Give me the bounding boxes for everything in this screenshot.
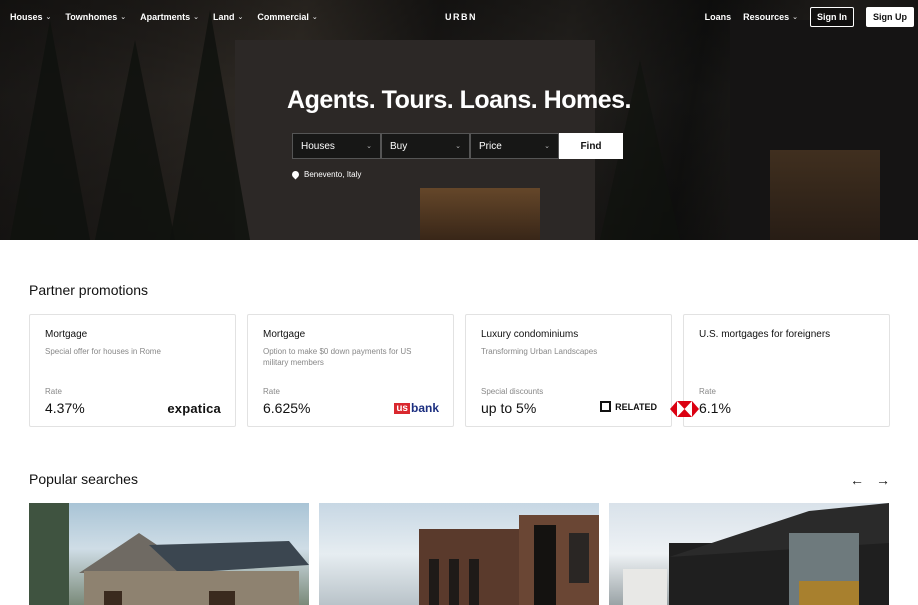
card-value: 4.37% bbox=[45, 400, 85, 416]
nav-land[interactable]: Land ⌄ bbox=[213, 12, 243, 22]
nav-label: Commercial bbox=[257, 12, 309, 22]
window-light bbox=[770, 150, 880, 240]
hsbc-logo bbox=[670, 401, 699, 417]
nav-left: Houses ⌄ Townhomes ⌄ Apartments ⌄ Land ⌄ Com… bbox=[10, 0, 318, 34]
hero-banner: Houses ⌄ Townhomes ⌄ Apartments ⌄ Land ⌄ Com… bbox=[0, 0, 918, 240]
sign-up-button[interactable]: Sign Up bbox=[866, 7, 914, 27]
modern-house-image bbox=[623, 503, 889, 605]
nav-houses[interactable]: Houses ⌄ bbox=[10, 12, 51, 22]
nav-townhomes[interactable]: Townhomes ⌄ bbox=[65, 12, 126, 22]
usbank-logo-prefix: us bbox=[394, 402, 410, 414]
location-pin-icon bbox=[290, 169, 301, 180]
card-label: Rate bbox=[263, 387, 280, 396]
nav-resources[interactable]: Resources ⌄ bbox=[743, 12, 798, 22]
chevron-down-icon: ⌄ bbox=[45, 14, 52, 21]
location-text: Benevento, Italy bbox=[304, 170, 362, 179]
nav-right: Loans Resources ⌄ Sign In Sign Up bbox=[705, 0, 914, 34]
select-value: Houses bbox=[301, 140, 335, 152]
top-nav: Houses ⌄ Townhomes ⌄ Apartments ⌄ Land ⌄ Com… bbox=[0, 0, 918, 34]
hero-headline: Agents. Tours. Loans. Homes. bbox=[287, 86, 631, 114]
card-title: Mortgage bbox=[263, 329, 306, 340]
nav-commercial[interactable]: Commercial ⌄ bbox=[257, 12, 317, 22]
popular-search-card[interactable] bbox=[609, 503, 889, 605]
promo-card[interactable]: Mortgage Option to make $0 down payments… bbox=[247, 314, 454, 427]
popular-search-card[interactable] bbox=[29, 503, 309, 605]
nav-label: Houses bbox=[10, 12, 43, 22]
tree bbox=[95, 40, 175, 240]
chevron-down-icon: ⌄ bbox=[455, 143, 461, 150]
chevron-down-icon: ⌄ bbox=[193, 14, 199, 21]
related-logo-text: RELATED bbox=[615, 401, 657, 412]
search-bar: Houses ⌄ Buy ⌄ Price ⌄ Find bbox=[292, 133, 623, 159]
site-logo[interactable]: URBN bbox=[445, 12, 477, 22]
popular-search-card[interactable] bbox=[319, 503, 599, 605]
nav-label: Land bbox=[213, 12, 235, 22]
price-select[interactable]: Price ⌄ bbox=[470, 133, 559, 159]
arrow-left-icon[interactable]: ← bbox=[850, 472, 864, 488]
promotions-title: Partner promotions bbox=[29, 282, 149, 298]
find-button[interactable]: Find bbox=[559, 133, 623, 159]
expatica-logo: expatica bbox=[167, 401, 221, 416]
nav-label: Apartments bbox=[140, 12, 191, 22]
sign-in-button[interactable]: Sign In bbox=[810, 7, 854, 27]
card-description: Option to make $0 down payments for US m… bbox=[263, 347, 412, 367]
chevron-down-icon: ⌄ bbox=[237, 14, 244, 21]
card-description: Transforming Urban Landscapes bbox=[481, 347, 598, 356]
usbank-logo-text: bank bbox=[410, 401, 439, 415]
promo-card[interactable]: U.S. mortgages for foreigners Rate 6.1% bbox=[670, 314, 890, 427]
arrow-right-icon[interactable]: → bbox=[876, 472, 890, 488]
townhouse-image bbox=[419, 515, 599, 605]
chevron-down-icon: ⌄ bbox=[792, 14, 798, 21]
promotions-list: Mortgage Special offer for houses in Rom… bbox=[29, 314, 890, 427]
card-value: 6.625% bbox=[263, 400, 311, 416]
card-value: 6.1% bbox=[699, 400, 731, 416]
chevron-down-icon: ⌄ bbox=[544, 143, 550, 150]
card-label: Rate bbox=[699, 387, 716, 396]
card-description: Special offer for houses in Rome bbox=[45, 347, 161, 356]
nav-loans[interactable]: Loans bbox=[705, 12, 732, 22]
related-square-icon bbox=[600, 401, 612, 412]
chevron-down-icon: ⌄ bbox=[366, 143, 372, 150]
promo-card[interactable]: Luxury condominiums Transforming Urban L… bbox=[465, 314, 672, 427]
nav-apartments[interactable]: Apartments ⌄ bbox=[140, 12, 199, 22]
window-light bbox=[420, 188, 540, 240]
listing-mode-select[interactable]: Buy ⌄ bbox=[381, 133, 470, 159]
card-title: U.S. mortgages for foreigners bbox=[699, 329, 831, 340]
tree bbox=[10, 20, 90, 240]
select-value: Price bbox=[479, 140, 502, 152]
select-value: Buy bbox=[390, 140, 408, 152]
popular-searches-carousel bbox=[29, 503, 889, 605]
location-indicator[interactable]: Benevento, Italy bbox=[290, 169, 362, 180]
barn-house-image bbox=[29, 503, 309, 605]
carousel-controls: ← → bbox=[850, 472, 890, 488]
nav-label: Resources bbox=[743, 12, 790, 22]
nav-label: Townhomes bbox=[65, 12, 118, 22]
chevron-down-icon: ⌄ bbox=[311, 14, 318, 21]
related-logo: RELATED bbox=[600, 401, 657, 412]
tree bbox=[170, 10, 250, 240]
popular-searches-title: Popular searches bbox=[29, 471, 138, 487]
card-value: up to 5% bbox=[481, 400, 537, 416]
usbank-logo: us bank bbox=[394, 401, 439, 415]
card-label: Rate bbox=[45, 387, 62, 396]
chevron-down-icon: ⌄ bbox=[120, 14, 127, 21]
card-label: Special discounts bbox=[481, 387, 544, 396]
card-title: Luxury condominiums bbox=[481, 329, 579, 340]
card-title: Mortgage bbox=[45, 329, 88, 340]
property-type-select[interactable]: Houses ⌄ bbox=[292, 133, 381, 159]
promo-card[interactable]: Mortgage Special offer for houses in Rom… bbox=[29, 314, 236, 427]
